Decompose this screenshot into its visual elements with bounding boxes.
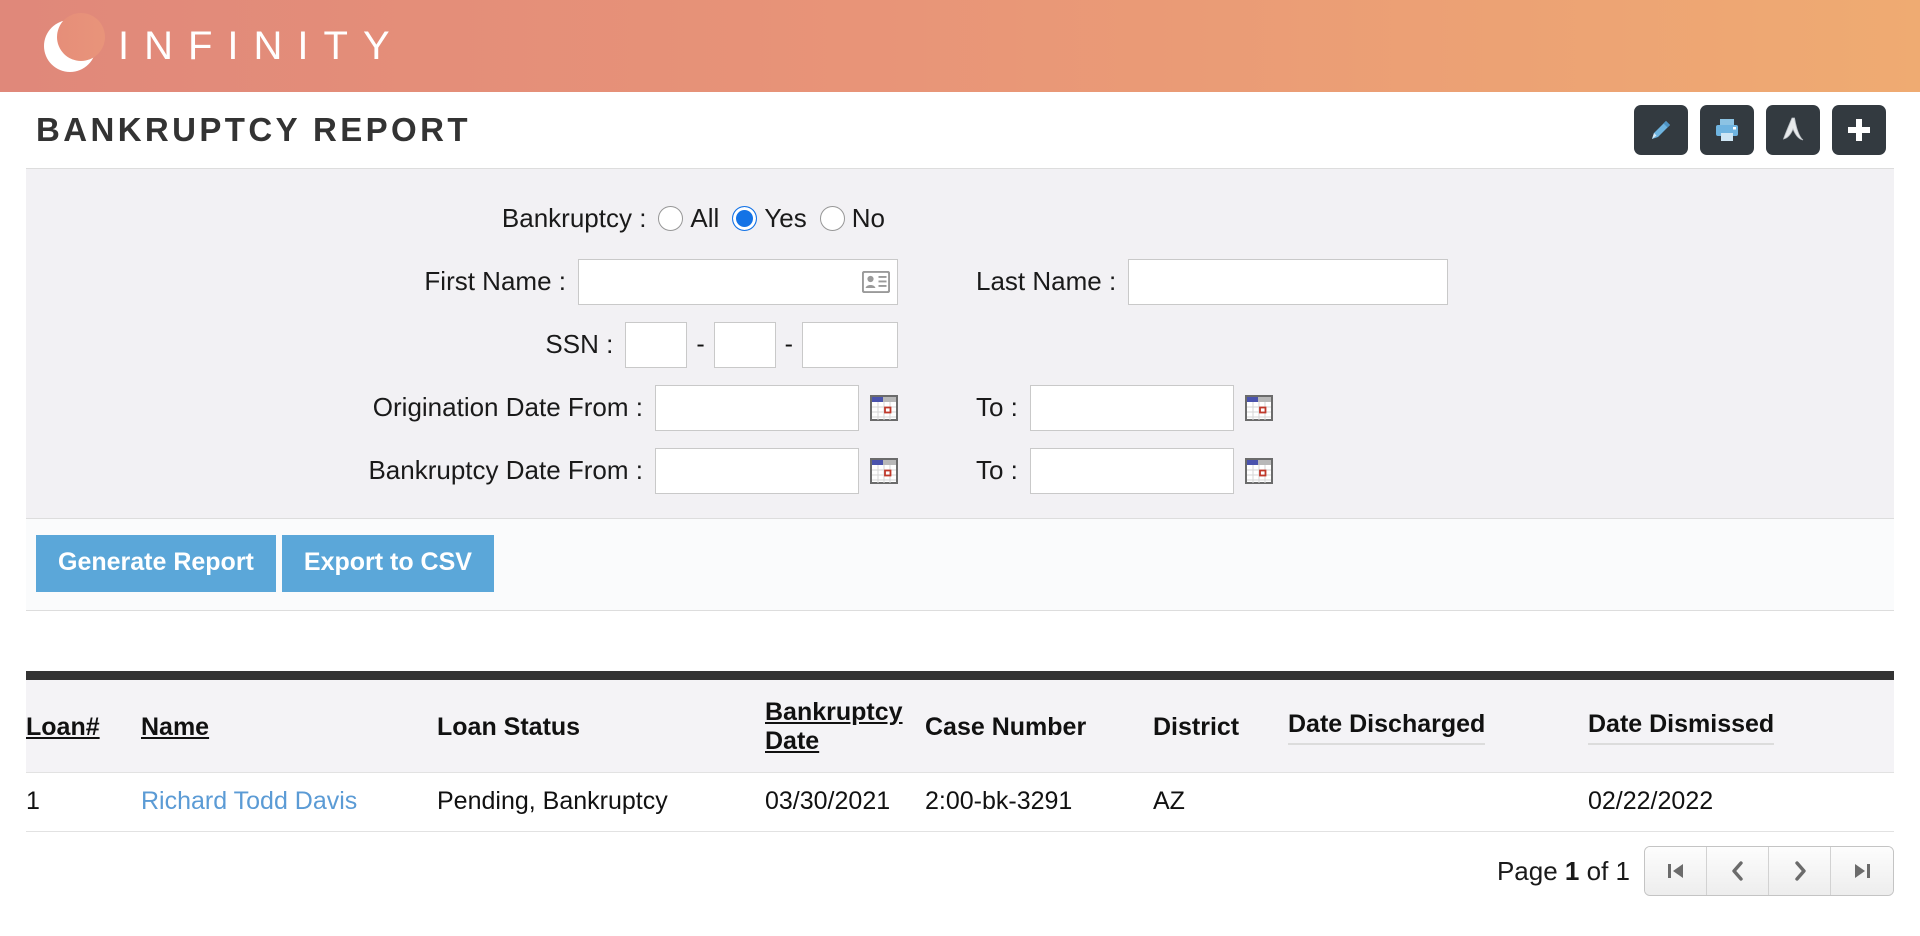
ssn-part1-input[interactable] [625,321,688,368]
bankruptcy-from-label: Bankruptcy Date From : [368,455,643,485]
filter-row-bankruptcy: Bankruptcy : All Yes No [26,187,1894,250]
page-title: BANKRUPTCY REPORT [36,111,471,148]
bankruptcy-from-input[interactable] [655,447,859,494]
export-csv-button[interactable]: Export to CSV [281,535,494,592]
ssn-separator-2: - [784,330,793,358]
pagination-buttons [1644,846,1894,896]
bankruptcy-to-label: To : [976,455,1018,485]
column-header-case-number: Case Number [925,712,1087,741]
radio-no-dot [819,206,845,231]
cell-loan-status: Pending, Bankruptcy [437,772,765,832]
bankruptcy-radio-group: All Yes No [658,203,898,234]
bankruptcy-to-input[interactable] [1029,447,1234,494]
filter-row-ssn: SSN : - - [26,313,1894,376]
last-page-button[interactable] [1831,847,1893,895]
ssn-label: SSN : [545,329,614,359]
prev-page-button[interactable] [1707,847,1769,895]
origination-from-label: Origination Date From : [372,392,643,422]
filter-panel: Bankruptcy : All Yes No First Name : Las… [26,168,1894,519]
first-page-icon [1667,864,1683,878]
add-button[interactable] [1832,105,1886,155]
plus-icon [1845,116,1873,144]
radio-yes[interactable]: Yes [732,203,807,234]
first-name-label: First Name : [424,266,566,296]
pagination-prefix: Page [1496,855,1558,886]
column-header-date-dismissed: Date Dismissed [1588,680,1894,773]
cell-loan: 1 [26,772,141,832]
toolbar [1634,105,1886,155]
cell-case-number: 2:00-bk-3291 [925,772,1153,832]
radio-no-label: No [851,203,885,233]
cell-date-discharged [1288,772,1588,832]
chevron-left-icon [1731,861,1743,881]
origination-from-calendar-icon[interactable] [870,394,898,422]
last-name-input[interactable] [1128,258,1449,305]
ssn-separator-1: - [696,330,705,358]
ssn-part3-input[interactable] [802,321,898,368]
print-button[interactable] [1700,105,1754,155]
page-header: BANKRUPTCY REPORT [0,92,1920,168]
filter-row-bankruptcy-date: Bankruptcy Date From : To : [26,439,1894,502]
edit-button[interactable] [1634,105,1688,155]
cell-bankruptcy-date: 03/30/2021 [765,772,925,832]
cell-name: Richard Todd Davis [141,772,437,832]
radio-yes-dot [732,206,758,231]
results-table: Loan# Name Loan Status Bankruptcy Date C… [26,680,1894,832]
pagination-middle: of [1586,855,1609,886]
next-page-button[interactable] [1769,847,1831,895]
bankruptcy-to-calendar-icon[interactable] [1244,457,1273,485]
column-header-loan-status: Loan Status [437,712,581,741]
column-header-date-discharged: Date Discharged [1288,680,1588,773]
pagination-status: Page 1 of 1 [1497,856,1630,887]
cell-district: AZ [1153,772,1288,832]
brand-name: INFINITY [118,23,405,68]
cell-date-dismissed: 02/22/2022 [1588,772,1894,832]
generate-report-button[interactable]: Generate Report [36,535,276,592]
first-name-input[interactable] [578,258,898,305]
pdf-button[interactable] [1766,105,1820,155]
column-header-name[interactable]: Name [141,680,437,773]
results-table-body: 1 Richard Todd Davis Pending, Bankruptcy… [26,772,1894,832]
brand-lockup: INFINITY [44,13,405,72]
pencil-icon [1646,115,1676,145]
ssn-part2-input[interactable] [713,321,776,368]
filter-row-names: First Name : Last Name : [26,250,1894,313]
radio-no[interactable]: No [819,203,885,234]
radio-yes-label: Yes [764,203,807,233]
last-page-icon [1855,864,1870,878]
chevron-right-icon [1794,861,1806,881]
borrower-name-link[interactable]: Richard Todd Davis [141,787,357,815]
radio-all[interactable]: All [658,203,719,234]
table-top-rule [26,671,1894,680]
radio-all-label: All [690,203,720,233]
table-header-row: Loan# Name Loan Status Bankruptcy Date C… [26,680,1894,773]
origination-to-label: To : [976,392,1018,422]
brand-header: INFINITY [0,0,1920,92]
column-header-bankruptcy-date[interactable]: Bankruptcy Date [765,680,925,773]
bankruptcy-label: Bankruptcy : [501,203,647,233]
pagination-total: 1 [1615,855,1630,886]
action-bar: Generate Report Export to CSV [26,519,1894,611]
last-name-label: Last Name : [976,266,1117,296]
bankruptcy-from-calendar-icon[interactable] [870,457,898,485]
origination-to-calendar-icon[interactable] [1244,394,1273,422]
crescent-logo-icon [44,13,105,72]
contact-card-icon[interactable] [861,270,891,293]
origination-from-input[interactable] [655,384,859,431]
pdf-icon [1779,115,1807,145]
pagination-current: 1 [1564,855,1580,886]
results-section: Loan# Name Loan Status Bankruptcy Date C… [26,671,1894,832]
pagination: Page 1 of 1 [26,846,1894,896]
radio-all-dot [658,206,684,231]
first-page-button[interactable] [1645,847,1707,895]
table-row: 1 Richard Todd Davis Pending, Bankruptcy… [26,772,1894,832]
printer-icon [1712,116,1742,144]
column-header-loan[interactable]: Loan# [26,680,141,773]
filter-row-origination-date: Origination Date From : To: [26,376,1894,439]
results-table-head: Loan# Name Loan Status Bankruptcy Date C… [26,680,1894,773]
column-header-district: District [1153,712,1240,741]
origination-to-input[interactable] [1029,384,1234,431]
